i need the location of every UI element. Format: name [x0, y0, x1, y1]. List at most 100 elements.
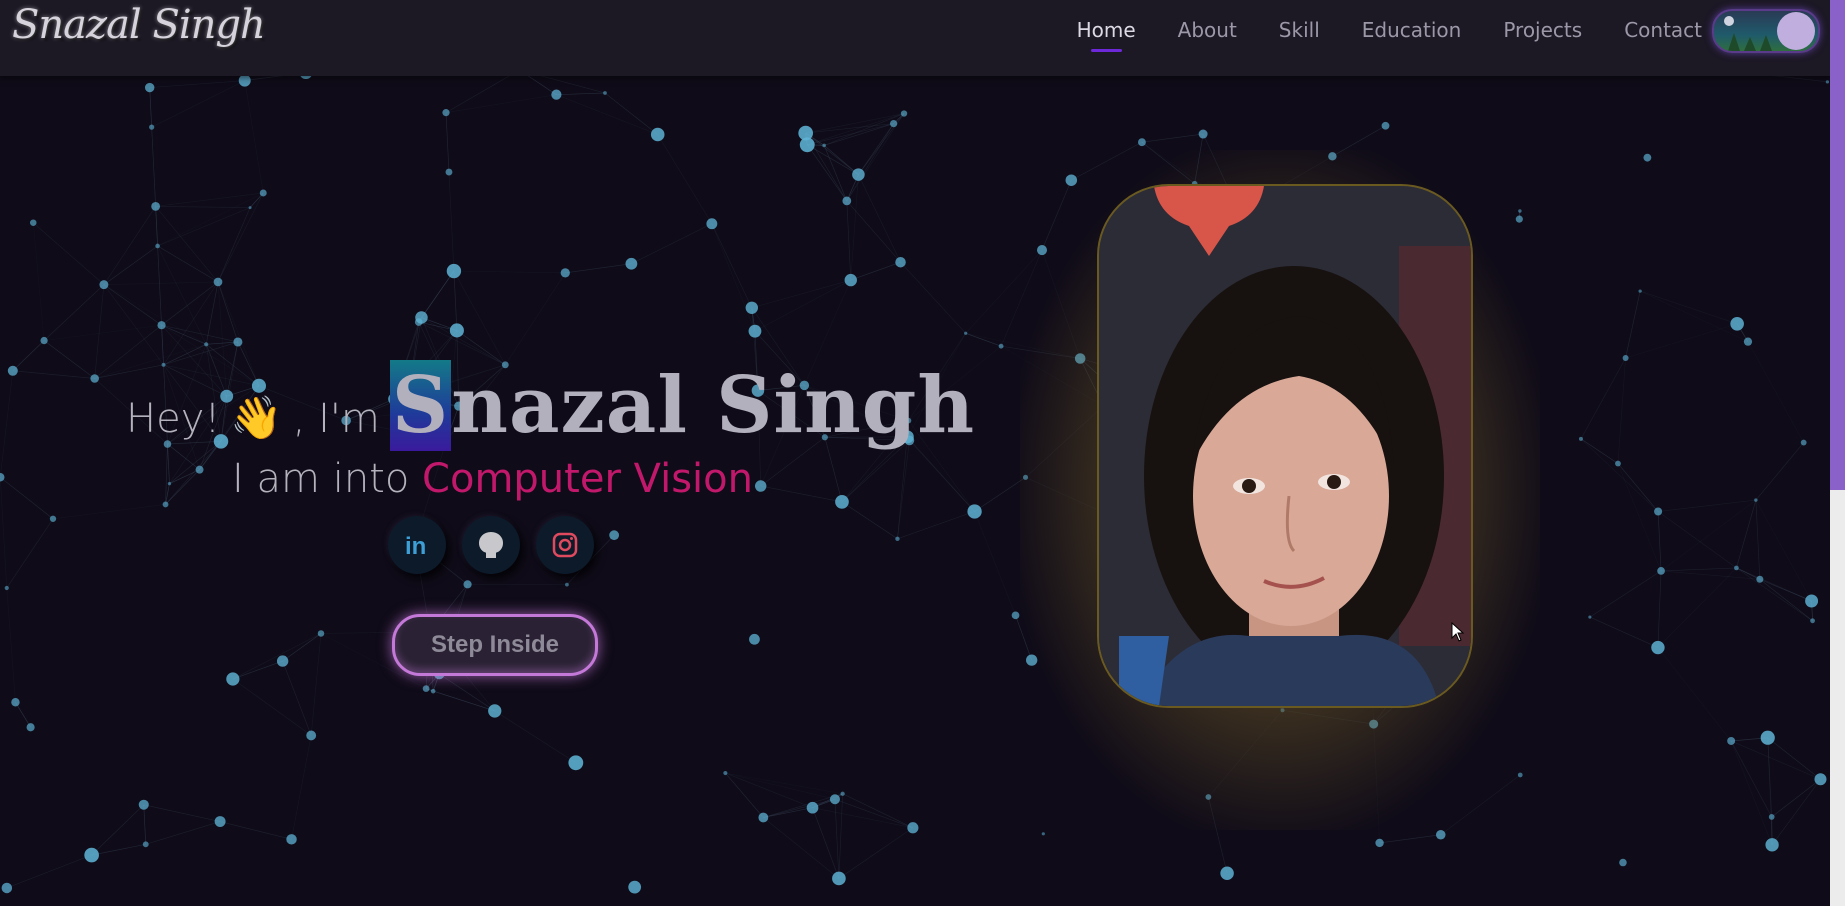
network-link: [763, 807, 813, 818]
network-node: [1643, 153, 1652, 162]
network-link: [1617, 463, 1659, 512]
network-link: [161, 324, 207, 345]
linkedin-link[interactable]: in: [388, 516, 446, 574]
network-link: [244, 80, 264, 194]
network-link: [1657, 570, 1662, 648]
linkedin-icon: in: [405, 533, 426, 560]
network-node: [248, 206, 252, 210]
network-link: [1657, 567, 1737, 648]
network-link: [838, 793, 843, 879]
nav-link-about[interactable]: About: [1178, 18, 1237, 52]
step-inside-button[interactable]: Step Inside: [392, 614, 598, 676]
site-logo[interactable]: Snazal Singh: [12, 2, 266, 48]
network-link: [6, 518, 54, 589]
github-link[interactable]: [462, 516, 520, 574]
network-node: [1727, 737, 1736, 745]
network-link: [1759, 579, 1813, 622]
network-node: [445, 168, 453, 176]
network-node: [1734, 565, 1739, 571]
network-link: [850, 261, 901, 281]
network-link: [1617, 357, 1626, 464]
network-link: [439, 673, 495, 712]
network-link: [657, 134, 713, 224]
nav-link-projects[interactable]: Projects: [1503, 18, 1582, 52]
network-link: [217, 192, 264, 283]
network-node: [276, 655, 289, 667]
network-link: [1661, 567, 1737, 572]
nav-links: Home About Skill Education Projects Cont…: [1035, 18, 1702, 52]
network-node: [650, 127, 665, 142]
network-link: [754, 279, 851, 332]
network-link: [1657, 511, 1662, 571]
network-link: [217, 281, 239, 343]
particle-network-background: [0, 65, 1830, 894]
network-link: [291, 735, 312, 840]
network-node: [1657, 567, 1665, 575]
network-node: [895, 256, 906, 268]
subtitle-prefix: I am into: [232, 456, 410, 502]
nav-link-education[interactable]: Education: [1362, 18, 1462, 52]
network-node: [1588, 615, 1592, 619]
network-link: [760, 485, 843, 503]
network-link: [725, 772, 843, 795]
network-link: [1747, 341, 1804, 443]
network-node: [1578, 436, 1583, 441]
network-node: [488, 704, 502, 718]
network-link: [1736, 499, 1757, 569]
network-node: [1654, 507, 1663, 516]
network-node: [286, 834, 297, 845]
instagram-link[interactable]: [536, 516, 594, 574]
network-link: [807, 123, 894, 146]
moon-icon: [1724, 16, 1734, 26]
network-node: [4, 585, 9, 591]
network-node: [422, 685, 430, 692]
toggle-knob[interactable]: [1777, 12, 1815, 50]
waving-hand-icon: 👋: [230, 393, 283, 442]
network-link: [711, 223, 753, 308]
hero-heading: Hey! 👋 , I'm Snazal Singh: [126, 360, 975, 451]
network-link: [807, 144, 859, 175]
network-link: [1658, 499, 1756, 512]
network-link: [103, 284, 164, 366]
scrollbar-thumb[interactable]: [1830, 0, 1845, 490]
network-node: [306, 730, 317, 741]
nav-link-home[interactable]: Home: [1077, 18, 1136, 52]
network-link: [43, 340, 95, 379]
network-node: [1011, 611, 1020, 620]
network-node: [49, 515, 57, 522]
network-link: [504, 272, 566, 366]
network-link: [1580, 357, 1626, 440]
network-link: [1580, 438, 1619, 464]
network-link: [1771, 778, 1821, 818]
network-link: [1730, 740, 1773, 818]
hero-greeting: Hey!: [126, 396, 221, 442]
network-link: [846, 200, 901, 263]
network-node: [835, 495, 849, 509]
network-node: [195, 465, 204, 474]
theme-toggle[interactable]: [1712, 9, 1820, 53]
network-node: [151, 201, 161, 211]
nav-link-skill[interactable]: Skill: [1279, 18, 1320, 52]
network-node: [798, 125, 814, 141]
network-node: [463, 580, 472, 589]
network-link: [6, 854, 92, 889]
network-link: [165, 469, 200, 505]
profile-photo: [1097, 184, 1473, 708]
network-node: [1615, 460, 1621, 467]
nav-link-contact[interactable]: Contact: [1624, 18, 1702, 52]
network-link: [1755, 499, 1812, 602]
hero-intro: , I'm: [292, 396, 380, 442]
network-node: [967, 504, 982, 519]
network-node: [964, 331, 968, 335]
network-link: [725, 772, 836, 800]
network-link: [974, 511, 1016, 616]
network-node: [1041, 832, 1045, 836]
network-link: [103, 206, 156, 285]
network-node: [998, 343, 1004, 349]
network-node: [1638, 289, 1642, 293]
network-node: [806, 801, 819, 814]
network-link: [812, 807, 913, 829]
network-link: [725, 772, 764, 818]
network-link: [453, 270, 506, 365]
network-link: [161, 281, 219, 326]
